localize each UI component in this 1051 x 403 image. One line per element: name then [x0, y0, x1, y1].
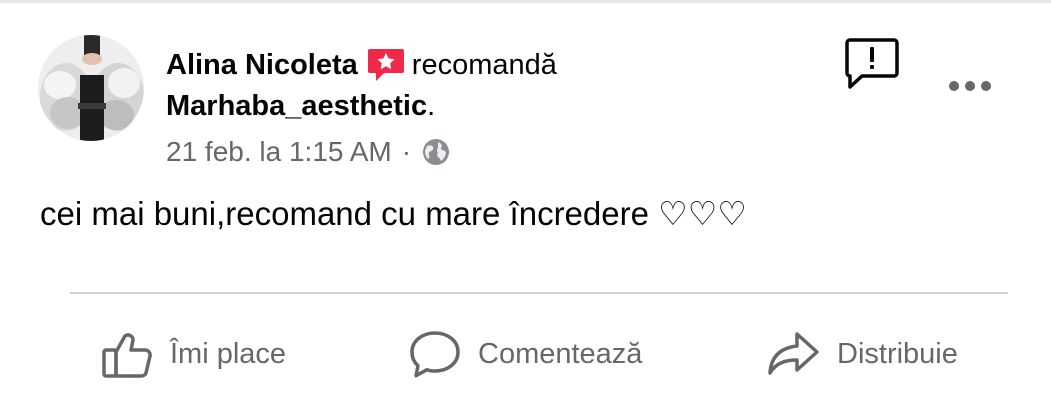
recommendation-badge-icon: [366, 45, 406, 85]
globe-icon: [421, 137, 451, 167]
share-button[interactable]: Distribuie: [765, 322, 958, 386]
page-name-period: .: [427, 89, 436, 122]
meta-separator: ·: [401, 136, 412, 167]
post-body-text: cei mai buni,recomand cu mare încredere …: [40, 195, 747, 232]
recommended-page-name[interactable]: Marhaba_aesthetic: [166, 90, 427, 123]
more-options-icon[interactable]: [942, 70, 998, 100]
post-timestamp[interactable]: 21 feb. la 1:15 AM: [166, 136, 392, 168]
like-label: Îmi place: [170, 337, 287, 370]
comment-bubble-icon: [408, 328, 462, 380]
share-arrow-icon: [765, 328, 821, 380]
post-header-line: Alina Nicoleta recomandă: [166, 45, 557, 85]
recommend-verb: recomandă: [411, 48, 557, 81]
avatar-image: [38, 35, 144, 141]
comment-label: Comentează: [478, 337, 643, 370]
author-name[interactable]: Alina Nicoleta: [166, 49, 358, 82]
avatar[interactable]: [38, 35, 144, 141]
report-icon[interactable]: [844, 36, 900, 90]
comment-button[interactable]: Comentează: [408, 322, 642, 386]
actions-divider: [70, 292, 1008, 294]
like-button[interactable]: Îmi place: [100, 322, 286, 386]
share-label: Distribuie: [837, 337, 958, 370]
thumbs-up-icon: [100, 328, 154, 380]
post-meta: 21 feb. la 1:15 AM ·: [166, 133, 451, 171]
recommended-page-line: Marhaba_aesthetic .: [166, 86, 435, 126]
top-border: [0, 0, 1051, 3]
